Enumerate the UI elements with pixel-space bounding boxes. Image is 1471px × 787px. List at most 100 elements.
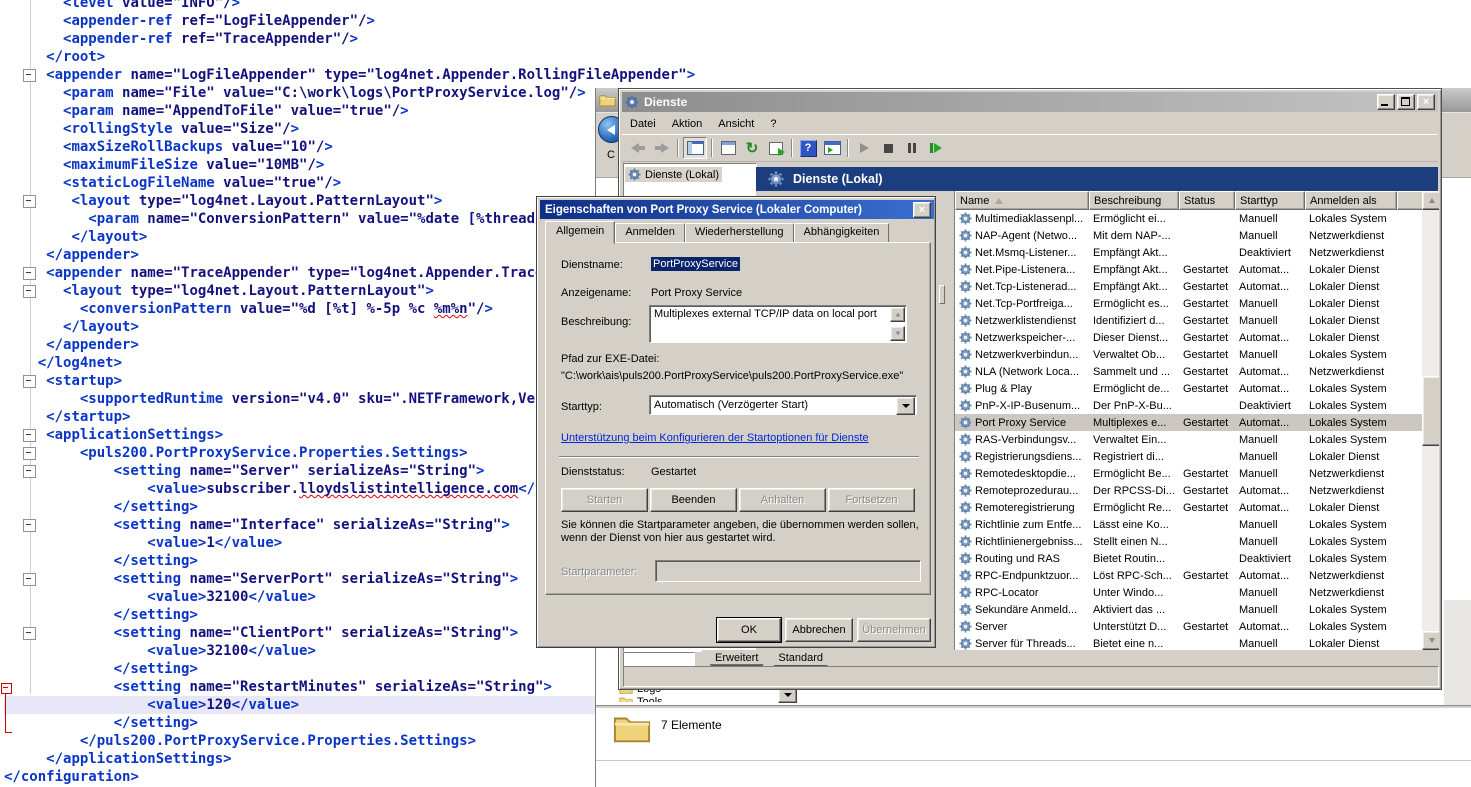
properties-button[interactable] — [717, 138, 739, 158]
refresh-button[interactable]: ↻ — [741, 138, 763, 158]
beschreibung-field[interactable]: Multiplexes external TCP/IP data on loca… — [649, 305, 907, 343]
error-fold-marker[interactable] — [1, 683, 12, 694]
fold-marker[interactable] — [23, 627, 36, 640]
column-header-status[interactable]: Status — [1179, 191, 1235, 210]
startparameter-label: Startparameter: — [561, 566, 637, 578]
table-row[interactable]: NLA (Network Loca...Sammelt und ...Gesta… — [955, 363, 1439, 380]
view-tab-standard[interactable]: Standard — [764, 650, 837, 666]
restart-service-button[interactable] — [925, 138, 947, 158]
close-icon[interactable]: × — [913, 202, 931, 218]
service-status: Gestartet — [1179, 383, 1235, 395]
fold-marker[interactable] — [23, 267, 36, 280]
starttyp-select[interactable]: Automatisch (Verzögerter Start) — [649, 395, 917, 415]
table-row[interactable]: Registrierungsdiens...Registriert di...M… — [955, 448, 1439, 465]
table-row[interactable]: RPC-Endpunktzuor...Löst RPC-Sch...Gestar… — [955, 567, 1439, 584]
column-header-beschreibung[interactable]: Beschreibung — [1089, 191, 1179, 210]
table-row[interactable]: NAP-Agent (Netwo...Mit dem NAP-...Manuel… — [955, 227, 1439, 244]
startparameter-input[interactable] — [655, 560, 921, 582]
table-row[interactable]: Richtlinienergebniss...Stellt einen N...… — [955, 533, 1439, 550]
abbrechen-button[interactable]: Abbrechen — [785, 618, 853, 642]
fold-marker[interactable] — [23, 447, 36, 460]
dienstname-value[interactable]: PortProxyService — [651, 257, 740, 271]
table-row[interactable]: NetzwerklistendienstIdentifiziert d...Ge… — [955, 312, 1439, 329]
extended-view-button[interactable] — [821, 138, 843, 158]
scroll-down-button[interactable] — [890, 326, 905, 341]
startoptions-help-link[interactable]: Unterstützung beim Konfigurieren der Sta… — [561, 432, 869, 444]
chevron-down-icon[interactable] — [896, 397, 915, 415]
dialog-tab-anmelden[interactable]: Anmelden — [615, 223, 685, 243]
folder-icon — [619, 696, 633, 702]
fold-marker[interactable] — [23, 429, 36, 442]
service-starttype: Manuell — [1235, 519, 1305, 531]
table-row[interactable]: Remoteprozedurau...Der RPCSS-Di...Gestar… — [955, 482, 1439, 499]
gear-icon — [959, 348, 972, 361]
table-row[interactable]: Netzwerkverbindun...Verwaltet Ob...Gesta… — [955, 346, 1439, 363]
table-row[interactable]: ServerUnterstützt D...GestartetAutomat..… — [955, 618, 1439, 635]
starten-button[interactable]: Starten — [561, 488, 648, 512]
dialog-tab-abhängigkeiten[interactable]: Abhängigkeiten — [794, 223, 890, 243]
fold-marker[interactable] — [23, 195, 36, 208]
menu-item-datei[interactable]: Datei — [622, 116, 664, 132]
scroll-down-button[interactable] — [1422, 631, 1439, 650]
menu-item-?[interactable]: ? — [762, 116, 784, 132]
maximize-icon[interactable] — [1397, 94, 1415, 110]
vertical-scrollbar[interactable] — [1422, 191, 1439, 650]
fold-marker[interactable] — [23, 573, 36, 586]
scrollbar-thumb[interactable] — [1422, 376, 1439, 446]
scroll-up-button[interactable] — [1422, 191, 1439, 210]
anzeigename-label: Anzeigename: — [561, 287, 631, 299]
table-row[interactable]: Net.Tcp-Portfreiga...Ermöglicht es...Ges… — [955, 295, 1439, 312]
table-row[interactable]: Multimediaklassenpl...Ermöglicht ei...Ma… — [955, 210, 1439, 227]
table-row[interactable]: RemoteregistrierungErmöglicht Re...Gesta… — [955, 499, 1439, 516]
export-list-button[interactable] — [765, 138, 787, 158]
tree-item-dienste-lokal[interactable]: Dienste (Lokal) — [625, 167, 722, 182]
ok-button[interactable]: OK — [717, 618, 781, 642]
table-row[interactable]: RPC-LocatorUnter Windo...ManuellNetzwerk… — [955, 584, 1439, 601]
fortsetzen-button[interactable]: Fortsetzen — [828, 488, 915, 512]
table-row[interactable]: Server für Threads...Bietet eine n...Man… — [955, 635, 1439, 650]
help-button[interactable]: ? — [797, 138, 819, 158]
table-row[interactable]: Plug & PlayErmöglicht de...GestartetAuto… — [955, 380, 1439, 397]
ubernehmen-button[interactable]: Übernehmen — [857, 618, 931, 642]
services-titlebar[interactable]: Dienste × — [622, 92, 1438, 112]
table-row[interactable]: Sekundäre Anmeld...Aktiviert das ...Manu… — [955, 601, 1439, 618]
table-row[interactable]: Net.Msmq-Listener...Empfängt Akt...Deakt… — [955, 244, 1439, 261]
close-icon[interactable]: × — [1417, 94, 1435, 110]
pane-splitter-handle[interactable] — [939, 285, 945, 304]
stop-service-button[interactable] — [877, 138, 899, 158]
view-tab-erweitert[interactable]: Erweitert — [701, 650, 772, 666]
forward-arrow-button[interactable] — [651, 138, 673, 158]
beenden-button[interactable]: Beenden — [650, 488, 737, 512]
table-row[interactable]: Richtlinie zum Entfe...Lässt eine Ko...M… — [955, 516, 1439, 533]
table-row[interactable]: Routing und RASBietet Routin...Deaktivie… — [955, 550, 1439, 567]
dialog-tab-allgemein[interactable]: Allgemein — [545, 221, 615, 244]
fold-marker[interactable] — [23, 375, 36, 388]
table-row[interactable]: Remotedesktopdie...Ermöglicht Be...Gesta… — [955, 465, 1439, 482]
column-header-anmeldenals[interactable]: Anmelden als — [1305, 191, 1397, 210]
menu-item-ansicht[interactable]: Ansicht — [710, 116, 762, 132]
minimize-icon[interactable] — [1377, 94, 1395, 110]
show-console-tree-button[interactable] — [683, 137, 707, 159]
fold-marker[interactable] — [23, 285, 36, 298]
table-row[interactable]: RAS-Verbindungsv...Verwaltet Ein...Manue… — [955, 431, 1439, 448]
service-logon: Lokales System — [1305, 417, 1397, 429]
menu-item-aktion[interactable]: Aktion — [664, 116, 711, 132]
table-row[interactable]: Netzwerkspeicher-...Dieser Dienst...Gest… — [955, 329, 1439, 346]
fold-marker[interactable] — [23, 519, 36, 532]
anhalten-button[interactable]: Anhalten — [739, 488, 826, 512]
back-arrow-button[interactable] — [627, 138, 649, 158]
folder-list-item[interactable]: Tools — [619, 695, 1439, 702]
column-header-starttyp[interactable]: Starttyp — [1235, 191, 1305, 210]
fold-marker[interactable] — [23, 465, 36, 478]
table-row[interactable]: Net.Tcp-Listenerad...Empfängt Akt...Gest… — [955, 278, 1439, 295]
table-row[interactable]: Port Proxy ServiceMultiplexes e...Gestar… — [955, 414, 1439, 431]
column-header-name[interactable]: Name — [955, 191, 1089, 210]
dialog-tab-wiederherstellung[interactable]: Wiederherstellung — [685, 223, 794, 243]
pause-service-button[interactable] — [901, 138, 923, 158]
dialog-titlebar[interactable]: Eigenschaften von Port Proxy Service (Lo… — [540, 200, 934, 219]
fold-marker[interactable] — [23, 69, 36, 82]
table-row[interactable]: PnP-X-IP-Busenum...Der PnP-X-Bu...Deakti… — [955, 397, 1439, 414]
start-service-button[interactable] — [853, 138, 875, 158]
scroll-up-button[interactable] — [890, 307, 905, 322]
table-row[interactable]: Net.Pipe-Listenera...Empfängt Akt...Gest… — [955, 261, 1439, 278]
